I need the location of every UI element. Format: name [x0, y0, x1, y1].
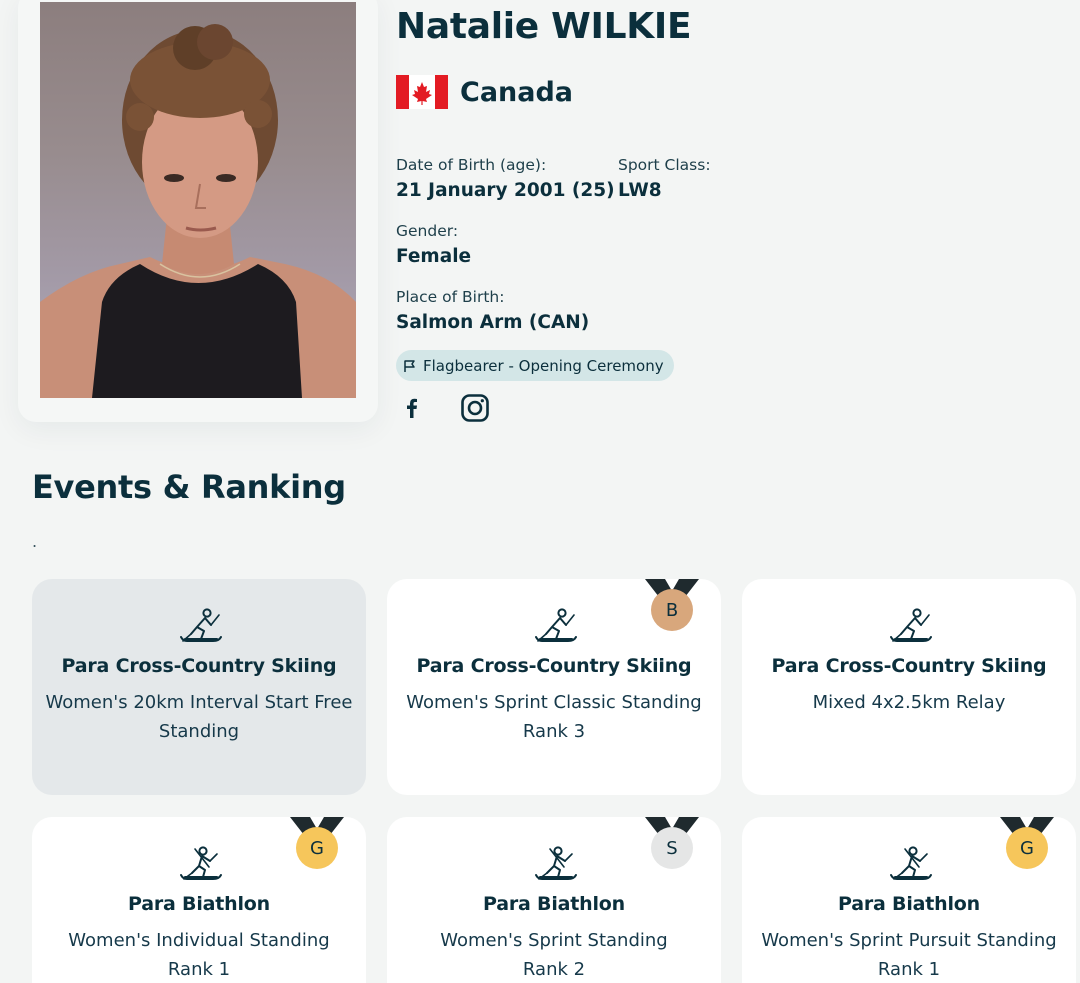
country-row: Canada [396, 75, 573, 109]
sport-class-value: LW8 [618, 180, 662, 201]
athlete-name: Natalie WILKIE [396, 6, 692, 47]
dob-value: 21 January 2001 (25) [396, 180, 615, 201]
biathlon-icon [887, 845, 933, 885]
event-name: Women's Sprint Standing [440, 930, 668, 951]
gold-medal-badge: G [290, 817, 344, 873]
event-card[interactable]: G Para Biathlon Women's Individual Stand… [32, 817, 366, 983]
event-sport-name: Para Biathlon [838, 893, 980, 915]
event-sport-name: Para Cross-Country Skiing [416, 655, 692, 677]
medal-letter: B [651, 589, 693, 631]
gender-label: Gender: [396, 222, 459, 240]
event-name: Women's Sprint Classic Standing [406, 692, 702, 713]
country-name: Canada [460, 76, 574, 108]
biathlon-icon [177, 845, 223, 885]
dob-label: Date of Birth (age): [396, 156, 547, 174]
event-card[interactable]: S Para Biathlon Women's Sprint Standing … [387, 817, 721, 983]
flagbearer-badge: Flagbearer - Opening Ceremony [396, 350, 674, 381]
medal-letter: G [1006, 827, 1048, 869]
gold-medal-badge: G [1000, 817, 1054, 873]
event-card[interactable]: G Para Biathlon Women's Sprint Pursuit S… [742, 817, 1076, 983]
event-card[interactable]: Para Cross-Country Skiing Mixed 4x2.5km … [742, 579, 1076, 795]
canada-flag-icon [396, 75, 448, 109]
medal-letter: G [296, 827, 338, 869]
event-rank: Rank 1 [877, 959, 941, 980]
event-rank: Rank 1 [167, 959, 231, 980]
cross-country-skiing-icon [887, 607, 933, 647]
event-sport-name: Para Cross-Country Skiing [61, 655, 337, 677]
instagram-icon[interactable] [459, 392, 491, 424]
cross-country-skiing-icon [532, 607, 578, 647]
place-of-birth-value: Salmon Arm (CAN) [396, 312, 590, 333]
athlete-profile-page: Natalie WILKIE Canada Date of Birth (age… [0, 0, 1080, 983]
event-sport-name: Para Biathlon [128, 893, 270, 915]
event-card[interactable]: Para Cross-Country Skiing Women's 20km I… [32, 579, 366, 795]
events-section-title: Events & Ranking [32, 468, 346, 506]
place-of-birth-label: Place of Birth: [396, 288, 505, 306]
sport-class-label: Sport Class: [618, 156, 711, 174]
facebook-icon[interactable] [396, 392, 428, 424]
event-name: Women's 20km Interval Start Free Standin… [45, 692, 353, 742]
medal-letter: S [651, 827, 693, 869]
section-dot: . [32, 532, 38, 551]
event-card[interactable]: B Para Cross-Country Skiing Women's Spri… [387, 579, 721, 795]
cross-country-skiing-icon [177, 607, 223, 647]
bronze-medal-badge: B [645, 579, 699, 635]
event-sport-name: Para Biathlon [483, 893, 625, 915]
silver-medal-badge: S [645, 817, 699, 873]
flagbearer-label: Flagbearer - Opening Ceremony [423, 356, 664, 375]
event-name: Women's Individual Standing [68, 930, 330, 951]
athlete-photo [40, 2, 356, 398]
event-rank: Rank 3 [522, 721, 586, 742]
event-name: Mixed 4x2.5km Relay [812, 692, 1006, 713]
flag-outline-icon [404, 359, 415, 372]
biathlon-icon [532, 845, 578, 885]
event-name: Women's Sprint Pursuit Standing [761, 930, 1057, 951]
event-rank: Rank 2 [522, 959, 586, 980]
gender-value: Female [396, 246, 472, 267]
event-sport-name: Para Cross-Country Skiing [771, 655, 1047, 677]
